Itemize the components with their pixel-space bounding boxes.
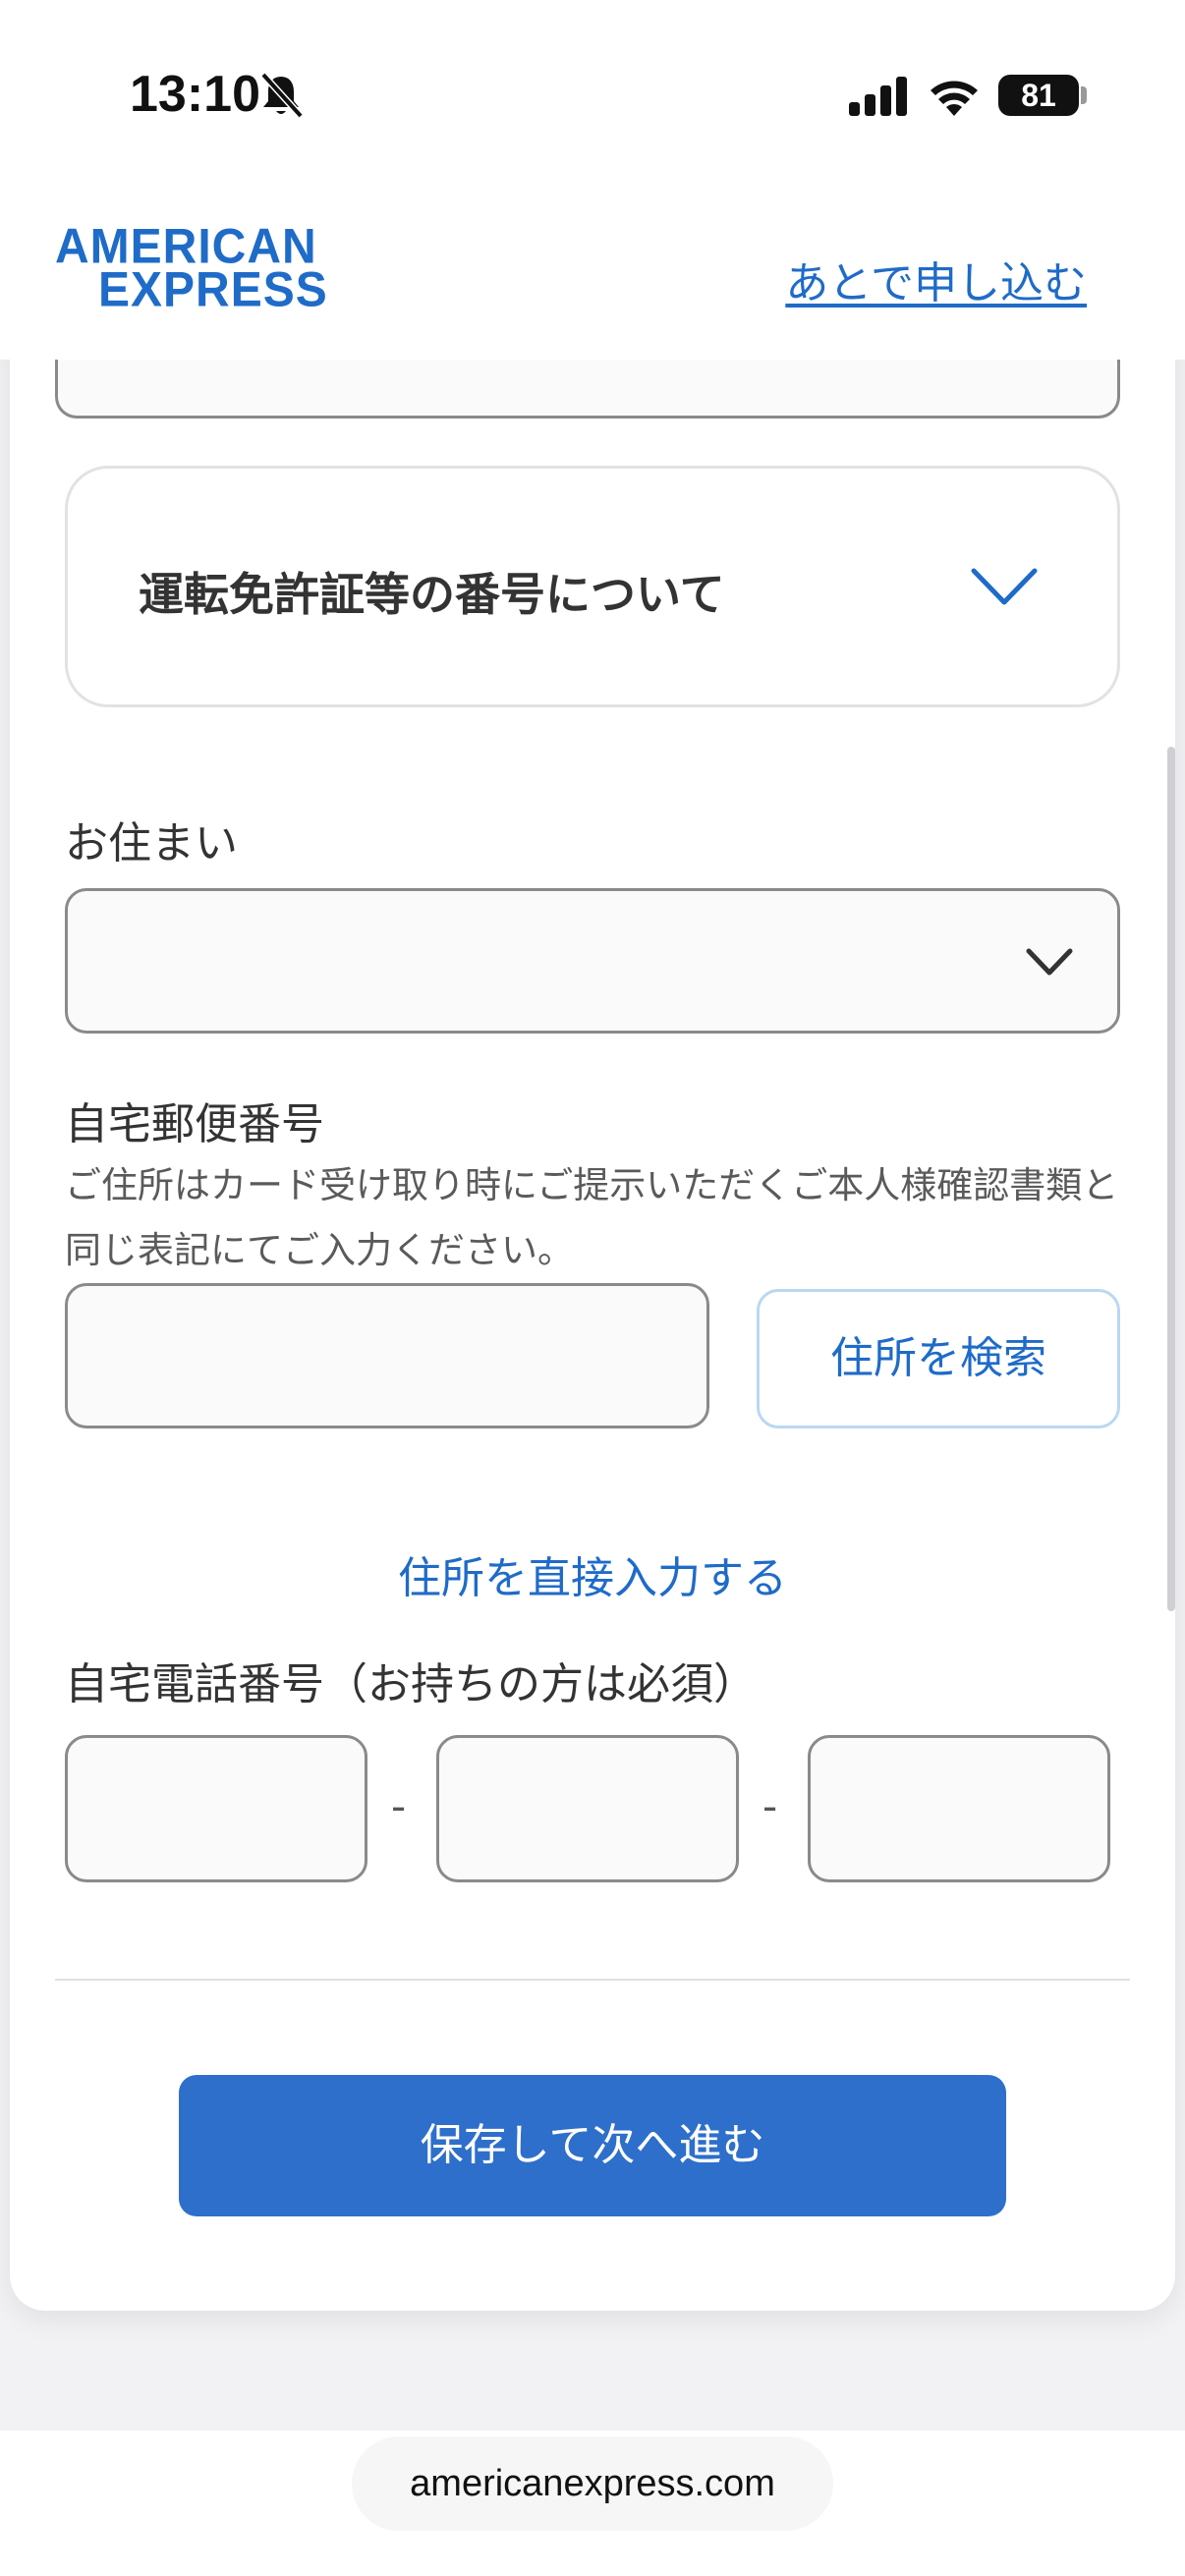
apply-later-link[interactable]: あとで申し込む [785, 248, 1087, 310]
url-bar[interactable]: americanexpress.com [352, 2436, 833, 2531]
site-header: AMERICAN EXPRESS あとで申し込む [0, 187, 1185, 360]
amex-logo[interactable]: AMERICAN EXPRESS [55, 222, 354, 318]
browser-bottom-bar: americanexpress.com [0, 2431, 1185, 2576]
postal-code-input[interactable] [65, 1283, 709, 1428]
bell-slash-icon [260, 72, 304, 119]
scrollbar[interactable] [1167, 747, 1175, 1611]
battery-icon: 81 [998, 75, 1079, 116]
wifi-icon [931, 81, 978, 116]
battery-cap [1081, 86, 1087, 104]
residence-label: お住まい [65, 818, 238, 868]
status-bar: 13:10 81 [0, 0, 1185, 187]
home-phone-label: 自宅電話番号（お持ちの方は必須） [65, 1659, 757, 1709]
status-time: 13:10 [130, 66, 260, 123]
phone-part-1-input[interactable] [65, 1735, 367, 1882]
logo-line-2: EXPRESS [98, 262, 328, 318]
phone-part-2-input[interactable] [436, 1735, 739, 1882]
chevron-down-icon [971, 568, 1038, 605]
license-number-accordion[interactable]: 運転免許証等の番号について [65, 466, 1120, 707]
phone-part-3-input[interactable] [808, 1735, 1110, 1882]
divider [55, 1979, 1130, 1981]
phone-separator: - [762, 1782, 778, 1830]
accordion-title: 運転免許証等の番号について [139, 568, 725, 621]
chevron-down-icon [1026, 948, 1073, 976]
address-search-button[interactable]: 住所を検索 [757, 1289, 1120, 1428]
signal-icon [849, 77, 907, 116]
postal-code-label: 自宅郵便番号 [65, 1099, 324, 1149]
save-and-next-button[interactable]: 保存して次へ進む [179, 2075, 1006, 2216]
residence-select[interactable] [65, 888, 1120, 1034]
direct-address-input-link[interactable]: 住所を直接入力する [0, 1542, 1185, 1605]
postal-help-text: ご住所はカード受け取り時にご提示いただくご本人様確認書類と同じ表記にてご入力くだ… [65, 1164, 1119, 1271]
phone-separator: - [391, 1782, 407, 1830]
